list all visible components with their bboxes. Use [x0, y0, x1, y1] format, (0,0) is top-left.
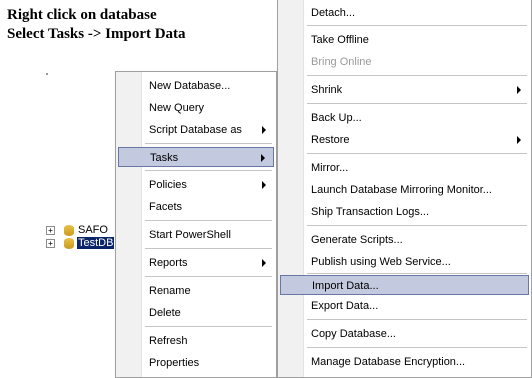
menu-item-generate-scripts[interactable]: Generate Scripts...: [280, 230, 529, 250]
menu-item-label: Manage Database Encryption...: [311, 356, 466, 368]
menu-item-bring-online: Bring Online: [280, 52, 529, 72]
menu-item-label: New Query: [149, 102, 205, 114]
menu-item-label: Mirror...: [311, 162, 349, 174]
menu-item-publish-web-service[interactable]: Publish using Web Service...: [280, 252, 529, 272]
menu-item-restore[interactable]: Restore: [280, 130, 529, 150]
tree-node-safo[interactable]: + SAFO: [46, 224, 109, 236]
menu-item-start-powershell[interactable]: Start PowerShell: [118, 225, 274, 245]
instruction-line-2: Select Tasks -> Import Data: [7, 26, 186, 42]
submenu-arrow-icon: [517, 136, 521, 144]
expand-icon[interactable]: +: [46, 225, 55, 235]
menu-item-label: New Database...: [149, 80, 231, 92]
menu-item-label: Copy Database...: [311, 328, 396, 340]
menu-item-label: Publish using Web Service...: [311, 256, 451, 268]
menu-separator: [307, 319, 527, 320]
menu-separator: [307, 225, 527, 226]
menu-item-manage-encryption[interactable]: Manage Database Encryption...: [280, 352, 529, 372]
menu-separator: [145, 170, 272, 171]
submenu-arrow-icon: [261, 154, 265, 162]
tasks-submenu: Detach... Take Offline Bring Online Shri…: [277, 0, 532, 378]
menu-item-facets[interactable]: Facets: [118, 197, 274, 217]
menu-item-mirror[interactable]: Mirror...: [280, 158, 529, 178]
expand-icon[interactable]: +: [46, 238, 55, 248]
tree-node-label: SAFO: [78, 224, 108, 236]
menu-item-shrink[interactable]: Shrink: [280, 80, 529, 100]
submenu-arrow-icon: [262, 181, 266, 189]
instruction-line-1: Right click on database: [7, 7, 157, 23]
menu-item-label: Export Data...: [311, 300, 379, 312]
menu-separator: [145, 248, 272, 249]
menu-separator: [307, 25, 527, 26]
menu-item-properties[interactable]: Properties: [118, 353, 274, 373]
menu-item-label: Policies: [149, 179, 187, 191]
menu-item-label: Delete: [149, 307, 181, 319]
menu-item-script-database-as[interactable]: Script Database as: [118, 120, 274, 140]
menu-item-new-database[interactable]: New Database...: [118, 76, 274, 96]
instruction-text: Right click on database Select Tasks -> …: [7, 6, 186, 44]
menu-item-label: Facets: [149, 201, 183, 213]
menu-separator: [307, 103, 527, 104]
menu-item-detach[interactable]: Detach...: [280, 3, 529, 23]
menu-item-label: Take Offline: [311, 34, 369, 46]
menu-item-label: Detach...: [311, 7, 356, 19]
menu-item-ship-transaction-logs[interactable]: Ship Transaction Logs...: [280, 202, 529, 222]
menu-item-label: Generate Scripts...: [311, 234, 403, 246]
menu-item-label: Properties: [149, 357, 200, 369]
database-context-menu: New Database... New Query Script Databas…: [115, 71, 277, 378]
submenu-arrow-icon: [262, 259, 266, 267]
menu-item-label: Import Data...: [312, 280, 379, 292]
menu-item-reports[interactable]: Reports: [118, 253, 274, 273]
submenu-arrow-icon: [262, 126, 266, 134]
menu-separator: [307, 273, 527, 274]
tree-connector: [46, 73, 48, 75]
menu-item-take-offline[interactable]: Take Offline: [280, 30, 529, 50]
menu-item-label: Rename: [149, 285, 191, 297]
menu-item-new-query[interactable]: New Query: [118, 98, 274, 118]
menu-separator: [145, 276, 272, 277]
menu-separator: [145, 220, 272, 221]
menu-item-label: Launch Database Mirroring Monitor...: [311, 184, 492, 196]
menu-item-back-up[interactable]: Back Up...: [280, 108, 529, 128]
menu-separator: [307, 153, 527, 154]
menu-item-label: Script Database as: [149, 124, 242, 136]
menu-item-label: Start PowerShell: [149, 229, 231, 241]
menu-item-tasks[interactable]: Tasks: [118, 147, 274, 167]
menu-item-label: Tasks: [150, 152, 179, 164]
database-icon: [64, 237, 74, 249]
database-icon: [64, 224, 74, 236]
menu-item-label: Shrink: [311, 84, 343, 96]
tree-node-label: TestDB: [77, 237, 115, 249]
menu-item-label: Bring Online: [311, 56, 372, 68]
menu-item-label: Restore: [311, 134, 350, 146]
menu-separator: [145, 326, 272, 327]
menu-item-refresh[interactable]: Refresh: [118, 331, 274, 351]
menu-separator: [145, 143, 272, 144]
menu-item-delete[interactable]: Delete: [118, 303, 274, 323]
menu-item-rename[interactable]: Rename: [118, 281, 274, 301]
tree-node-testdb[interactable]: + TestDB: [46, 237, 115, 249]
menu-item-import-data[interactable]: Import Data...: [280, 275, 529, 295]
menu-item-export-data[interactable]: Export Data...: [280, 296, 529, 316]
menu-item-policies[interactable]: Policies: [118, 175, 274, 195]
menu-item-launch-mirroring-monitor[interactable]: Launch Database Mirroring Monitor...: [280, 180, 529, 200]
menu-item-label: Ship Transaction Logs...: [311, 206, 430, 218]
menu-separator: [307, 347, 527, 348]
menu-item-label: Reports: [149, 257, 188, 269]
menu-item-label: Refresh: [149, 335, 188, 347]
submenu-arrow-icon: [517, 86, 521, 94]
menu-item-label: Back Up...: [311, 112, 362, 124]
menu-item-copy-database[interactable]: Copy Database...: [280, 324, 529, 344]
menu-separator: [307, 75, 527, 76]
